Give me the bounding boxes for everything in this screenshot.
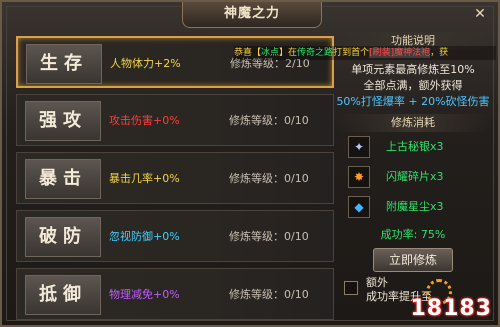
site-logo: 18183 — [410, 279, 496, 323]
notice-text: 打到首个 — [333, 48, 370, 58]
material-item: ◆ 附魔星尘x3 — [336, 194, 490, 222]
notice-suffix: ，获 — [430, 48, 449, 58]
info-full-bonus: 全部点满，额外获得 — [363, 79, 463, 92]
cultivate-now-button[interactable]: 立即修炼 — [373, 248, 453, 272]
skill-name-plate: 抵御 — [25, 275, 101, 315]
material-name: 附魔星尘x3 — [386, 200, 444, 213]
skill-name-plate: 暴击 — [25, 159, 101, 199]
info-max-level: 单项元素最高修炼至10% — [351, 63, 475, 76]
close-icon[interactable]: ✕ — [470, 4, 490, 24]
shard-icon: ✸ — [348, 166, 370, 188]
material-name: 闪耀碎片x3 — [386, 170, 444, 183]
skill-row-critical[interactable]: 暴击 暴击几率+0% 修炼等级：0/10 — [16, 152, 334, 204]
notice-player: 冰点 — [261, 48, 280, 58]
skill-attribute: 人物体力+2% — [110, 57, 181, 70]
skill-list: 生存 人物体力+2% 修炼等级：2/10 强攻 攻击伤害+0% 修炼等级：0/1… — [16, 36, 334, 326]
info-panel: 功能说明 单项元素最高修炼至10% 全部点满，额外获得 50%打怪爆率 + 20… — [336, 32, 490, 322]
success-rate: 成功率: 75% — [380, 228, 446, 241]
stardust-icon: ◆ — [348, 196, 370, 218]
skill-row-attack[interactable]: 强攻 攻击伤害+0% 修炼等级：0/10 — [16, 94, 334, 146]
window-title: 神魔之力 — [182, 2, 322, 28]
system-broadcast: 恭喜【冰点】在传奇之路打到首个[刷装]魔神法袍，获 — [234, 46, 496, 60]
skill-level: 修炼等级：0/10 — [229, 172, 309, 185]
skill-name-plate: 破防 — [25, 217, 101, 257]
material-item: ✸ 闪耀碎片x3 — [336, 164, 490, 192]
skill-attribute: 暴击几率+0% — [109, 172, 180, 185]
skill-level: 修炼等级：0/10 — [229, 288, 309, 301]
notice-location: 传奇之路 — [297, 48, 334, 58]
shenmo-power-window: 神魔之力 ✕ 生存 人物体力+2% 修炼等级：2/10 强攻 攻击伤害+0% 修… — [0, 0, 500, 327]
notice-text: 】在 — [279, 48, 298, 58]
skill-row-survival[interactable]: 生存 人物体力+2% 修炼等级：2/10 — [16, 36, 334, 88]
notice-prefix: 恭喜【 — [234, 48, 262, 58]
skill-attribute: 物理减免+0% — [109, 288, 180, 301]
info-bonus-values: 50%打怪爆率 + 20%砍怪伤害 — [336, 95, 490, 108]
cultivation-cost-heading: 修炼消耗 — [336, 114, 490, 132]
skill-attribute: 攻击伤害+0% — [109, 114, 180, 127]
skill-row-armor-break[interactable]: 破防 忽视防御+0% 修炼等级：0/10 — [16, 210, 334, 262]
skill-attribute: 忽视防御+0% — [109, 230, 180, 243]
skill-name-plate: 生存 — [26, 44, 102, 84]
skill-row-resist[interactable]: 抵御 物理减免+0% 修炼等级：0/10 — [16, 268, 334, 320]
watermark-text: 18183 — [410, 296, 492, 321]
crystal-icon: ✦ — [348, 136, 370, 158]
extra-rate-checkbox[interactable] — [344, 281, 358, 295]
notice-item: [刷装]魔神法袍 — [369, 48, 431, 58]
skill-level: 修炼等级：0/10 — [229, 230, 309, 243]
skill-name-plate: 强攻 — [25, 101, 101, 141]
material-item: ✦ 上古秘银x3 — [336, 134, 490, 162]
skill-level: 修炼等级：0/10 — [229, 114, 309, 127]
material-name: 上古秘银x3 — [386, 140, 444, 153]
